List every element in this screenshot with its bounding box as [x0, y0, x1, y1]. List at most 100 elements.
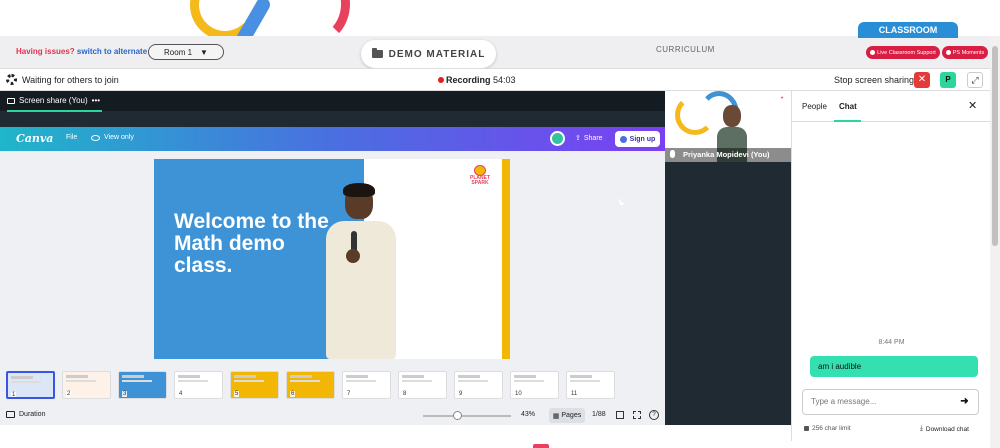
live-support-button[interactable]: Live Classroom Support — [866, 46, 940, 59]
classroom-header: Having issues? switch to alternate room … — [0, 22, 990, 68]
thumbnail-number: 2 — [66, 391, 72, 397]
thumbnail-number: 5 — [234, 391, 240, 397]
canva-toolbar: Canva File View only ⇪ Share Sign up — [0, 127, 665, 151]
monitor-icon — [7, 97, 15, 104]
issues-notice: Having issues? switch to alternate room — [16, 47, 169, 56]
participant-name: Priyanka Mopidevi (You) — [665, 148, 791, 162]
canva-share-button[interactable]: ⇪ Share — [575, 134, 603, 143]
stop-sharing-button[interactable]: ✕ — [914, 72, 930, 88]
zoom-slider-handle[interactable] — [453, 411, 462, 420]
lock-icon — [804, 426, 809, 431]
planet-spark-logo: ✦ — [780, 95, 784, 100]
top-banner — [0, 0, 1000, 36]
slide-thumbnails: 1 2 3 4 5 6 7 8 9 10 11 — [6, 371, 662, 401]
demo-material-button[interactable]: DEMO MATERIAL — [361, 40, 496, 68]
waiting-status: Waiting for others to join — [22, 75, 119, 85]
stop-sharing-label[interactable]: Stop screen sharing — [834, 75, 914, 85]
classroom-tab[interactable]: CLASSROOM — [858, 22, 958, 38]
ps-moments-button[interactable]: PS Moments — [942, 46, 988, 59]
chat-tabs: People Chat ✕ — [792, 91, 991, 122]
slide-thumbnail[interactable]: 10 — [510, 371, 559, 399]
help-icon[interactable]: ? — [649, 410, 659, 420]
active-tab-indicator — [834, 120, 861, 122]
more-options-icon[interactable]: ••• — [92, 96, 100, 105]
bottom-strip — [0, 425, 791, 448]
thumbnail-number: 9 — [458, 391, 464, 397]
thumbnail-number: 7 — [346, 391, 352, 397]
tab-chat[interactable]: Chat — [839, 102, 857, 111]
chevron-down-icon: ▼ — [200, 47, 208, 57]
zoom-level: 43% — [521, 411, 536, 418]
canva-signup-button[interactable]: Sign up — [615, 131, 660, 147]
globe-icon[interactable] — [550, 131, 565, 146]
thumbnail-number: 10 — [514, 391, 523, 397]
thumbnail-number: 4 — [178, 391, 184, 397]
ps-moments-label: PS Moments — [952, 49, 985, 56]
download-icon: ⤓ — [920, 425, 923, 432]
slide-thumbnail[interactable]: 5 — [230, 371, 279, 399]
support-icon — [870, 50, 876, 55]
canva-signup-label: Sign up — [629, 135, 656, 143]
video-column: ✦ Priyanka Mopidevi (You) — [665, 91, 791, 425]
folder-icon — [371, 48, 383, 58]
grid-view-icon[interactable] — [616, 411, 624, 419]
canva-footer: Duration 43% ▦ Pages 1/88 ? — [0, 407, 665, 425]
room-select[interactable]: Room 1 ▼ — [148, 44, 224, 60]
eye-icon — [91, 135, 100, 141]
page-scrollbar[interactable] — [990, 36, 1000, 448]
meeting-toolbar: Waiting for others to join Recording 54:… — [0, 68, 990, 91]
duration-button[interactable]: Duration — [6, 411, 45, 418]
gear-icon[interactable] — [6, 74, 17, 85]
chat-message-input[interactable]: Type a message... — [802, 389, 951, 415]
presentation-slide[interactable]: Welcome to the Math demo class. PLANET S… — [154, 159, 510, 359]
scrollbar-thumb[interactable] — [992, 46, 998, 246]
upload-icon: ⇪ — [575, 135, 581, 142]
canva-file-menu[interactable]: File — [66, 134, 77, 141]
slide-thumbnail[interactable]: 9 — [454, 371, 503, 399]
thumbnail-number: 1 — [11, 392, 17, 398]
participant-video-tile[interactable]: ✦ Priyanka Mopidevi (You) — [665, 91, 791, 162]
slide-thumbnail[interactable]: 8 — [398, 371, 447, 399]
char-limit-label: 256 char limit — [812, 425, 851, 432]
duration-label: Duration — [19, 411, 46, 418]
page-count: 1/88 — [592, 411, 606, 418]
pages-icon: ▦ — [552, 412, 560, 420]
download-chat-button[interactable]: ⤓ Download chat — [920, 425, 969, 433]
screen-share-area: Screen share (You) ••• Canva File View o… — [0, 91, 665, 425]
canva-view-only[interactable]: View only — [104, 134, 134, 141]
slide-thumbnail[interactable]: 4 — [174, 371, 223, 399]
slide-thumbnail[interactable]: 7 — [342, 371, 391, 399]
screen-share-label: Screen share (You) — [19, 96, 88, 105]
star-icon — [945, 50, 951, 55]
expand-icon[interactable]: ⤢ — [967, 72, 983, 88]
screen-share-tab[interactable]: Screen share (You) ••• — [7, 96, 102, 112]
curriculum-tab[interactable]: CURRICULUM — [656, 45, 715, 54]
fullscreen-icon[interactable] — [633, 411, 641, 419]
zoom-slider[interactable] — [423, 415, 511, 417]
slide-thumbnail[interactable]: 1 — [6, 371, 55, 399]
chat-footer: 256 char limit ⤓ Download chat — [791, 425, 990, 441]
mic-icon — [670, 150, 675, 158]
avatar[interactable]: P — [940, 72, 956, 88]
issues-text: Having issues? — [16, 47, 75, 56]
slide-thumbnail[interactable]: 6 — [286, 371, 335, 399]
canva-logo[interactable]: Canva — [16, 132, 53, 145]
tab-underline — [7, 110, 102, 112]
char-limit: 256 char limit — [804, 425, 851, 432]
slide-yellow-bar — [502, 159, 510, 359]
chat-message: am i audible — [810, 356, 978, 377]
thumbnail-number: 3 — [122, 391, 128, 397]
pages-button[interactable]: ▦ Pages — [549, 408, 585, 423]
recording-time: 54:03 — [493, 75, 516, 85]
demo-material-label: DEMO MATERIAL — [388, 48, 486, 60]
slide-thumbnail[interactable]: 2 — [62, 371, 111, 399]
thumbnail-number: 6 — [290, 391, 296, 397]
close-icon[interactable]: ✕ — [968, 99, 977, 112]
canva-viewer: Canva File View only ⇪ Share Sign up Wel… — [0, 127, 665, 425]
screen-share-header: Screen share (You) ••• — [0, 91, 665, 112]
slide-thumbnail[interactable]: 11 — [566, 371, 615, 399]
slide-thumbnail[interactable]: 3 — [118, 371, 167, 399]
tab-people[interactable]: People — [802, 102, 827, 111]
send-button[interactable]: ➜ — [951, 389, 979, 415]
bottom-indicator — [533, 444, 549, 448]
